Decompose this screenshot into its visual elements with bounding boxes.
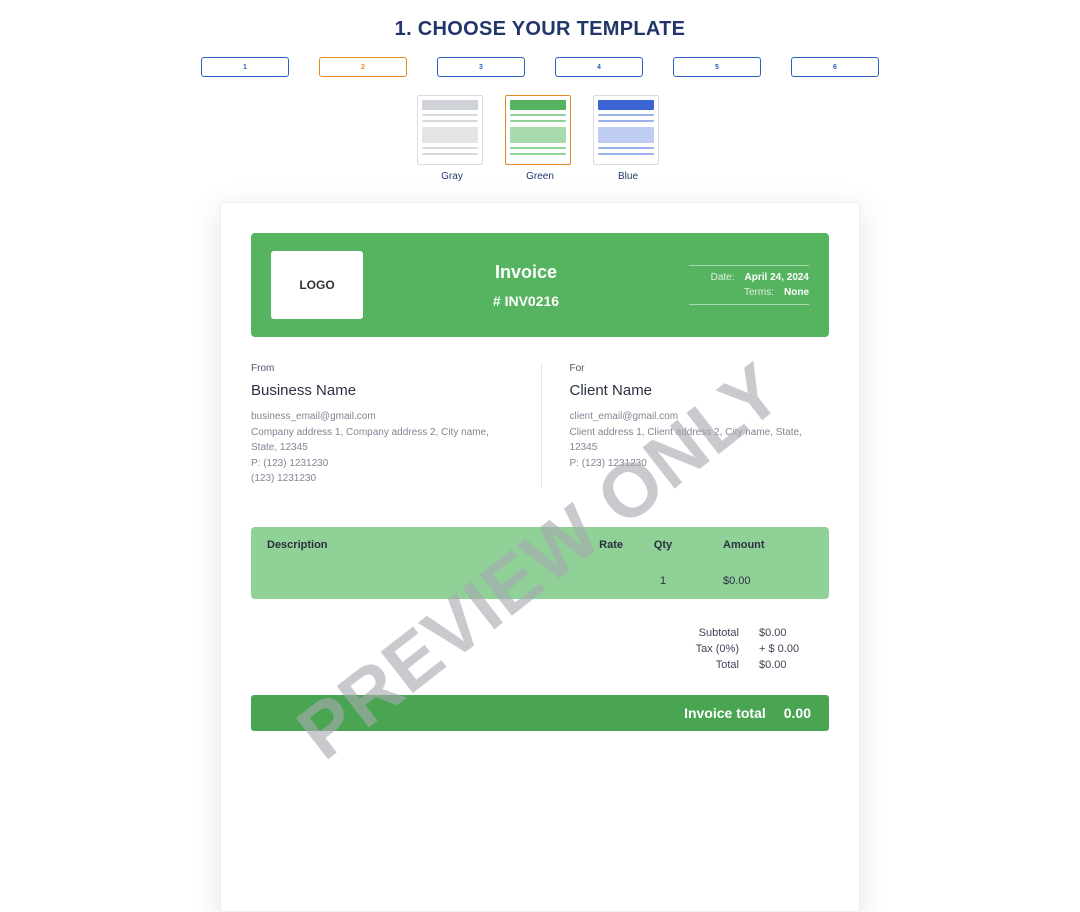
col-amount: Amount (703, 539, 813, 551)
col-qty: Qty (623, 539, 703, 551)
invoice-number: # INV0216 (363, 293, 689, 309)
from-phone1: P: (123) 1231230 (251, 456, 511, 472)
meta-date-label: Date: (711, 272, 735, 283)
step-tab-3[interactable]: 3 (437, 57, 525, 77)
step-tab-5[interactable]: 5 (673, 57, 761, 77)
items-header-row: Description Rate Qty Amount (251, 527, 829, 563)
for-address: Client address 1, Client address 2, City… (570, 425, 830, 456)
meta-terms-value: None (784, 287, 809, 298)
totals-block: Subtotal $0.00 Tax (0%) + $ 0.00 Total $… (251, 627, 829, 671)
meta-date-value: April 24, 2024 (745, 272, 809, 283)
grand-total-value: 0.00 (784, 705, 811, 721)
tax-label: Tax (0%) (669, 643, 739, 655)
for-email: client_email@gmail.com (570, 409, 830, 425)
cell-qty: 1 (623, 575, 703, 587)
invoice-header: LOGO Invoice # INV0216 Date: April 24, 2… (251, 233, 829, 337)
invoice-meta: Date: April 24, 2024 Terms: None (689, 261, 809, 309)
invoice-title: Invoice (363, 262, 689, 283)
for-name: Client Name (570, 382, 830, 399)
cell-description (267, 575, 543, 587)
items-data-row: 1 $0.00 (251, 563, 829, 599)
grand-total-bar: Invoice total 0.00 (251, 695, 829, 731)
swatch-blue[interactable]: Blue (593, 95, 663, 182)
from-name: Business Name (251, 382, 511, 399)
for-label: For (570, 363, 830, 374)
page-title: 1. CHOOSE YOUR TEMPLATE (0, 18, 1080, 41)
step-tab-2[interactable]: 2 (319, 57, 407, 77)
invoice-title-area: Invoice # INV0216 (363, 262, 689, 309)
step-tab-4[interactable]: 4 (555, 57, 643, 77)
step-tab-6[interactable]: 6 (791, 57, 879, 77)
parties: From Business Name business_email@gmail.… (251, 363, 829, 487)
swatch-green[interactable]: Green (505, 95, 575, 182)
for-phone1: P: (123) 1231230 (570, 456, 830, 472)
total-label: Total (669, 659, 739, 671)
meta-terms-label: Terms: (744, 287, 774, 298)
from-phone2: (123) 1231230 (251, 471, 511, 487)
cell-rate (543, 575, 623, 587)
total-value: $0.00 (759, 659, 829, 671)
step-tabs: 1 2 3 4 5 6 (0, 57, 1080, 77)
col-rate: Rate (543, 539, 623, 551)
swatch-thumb-gray (417, 95, 483, 165)
from-label: From (251, 363, 511, 374)
from-block: From Business Name business_email@gmail.… (251, 363, 511, 487)
from-email: business_email@gmail.com (251, 409, 511, 425)
subtotal-label: Subtotal (669, 627, 739, 639)
step-tab-1[interactable]: 1 (201, 57, 289, 77)
col-description: Description (267, 539, 543, 551)
swatch-gray[interactable]: Gray (417, 95, 487, 182)
for-block: For Client Name client_email@gmail.com C… (541, 363, 830, 487)
items-table: Description Rate Qty Amount 1 $0.00 (251, 527, 829, 599)
tax-value: + $ 0.00 (759, 643, 829, 655)
swatch-label: Green (505, 171, 575, 182)
invoice-preview: PREVIEW ONLY LOGO Invoice # INV0216 Date… (220, 202, 860, 912)
swatch-thumb-blue (593, 95, 659, 165)
swatch-thumb-green (505, 95, 571, 165)
swatch-label: Blue (593, 171, 663, 182)
template-swatches: Gray Green Blue (0, 95, 1080, 182)
logo-placeholder: LOGO (271, 251, 363, 319)
from-address: Company address 1, Company address 2, Ci… (251, 425, 511, 456)
cell-amount: $0.00 (703, 575, 813, 587)
grand-total-label: Invoice total (684, 705, 766, 721)
subtotal-value: $0.00 (759, 627, 829, 639)
swatch-label: Gray (417, 171, 487, 182)
